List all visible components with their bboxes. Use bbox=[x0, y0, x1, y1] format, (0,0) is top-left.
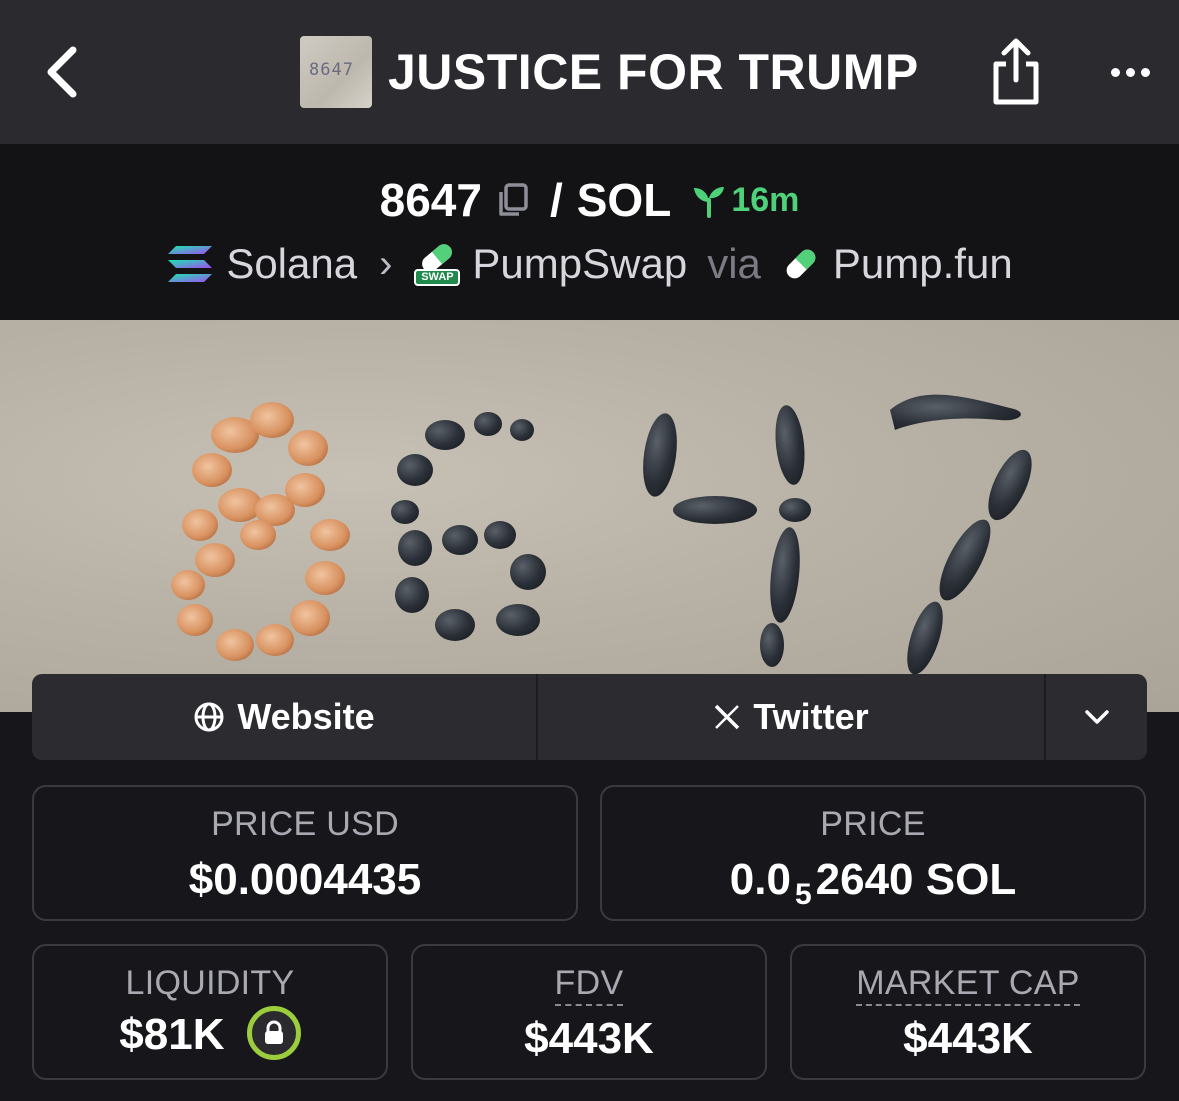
page-title: JUSTICE FOR TRUMP bbox=[388, 44, 919, 100]
twitter-button[interactable]: Twitter bbox=[538, 674, 1046, 760]
solana-icon bbox=[168, 246, 213, 282]
fdv-label[interactable]: FDV bbox=[554, 964, 624, 1006]
liquidity-value: $81K bbox=[119, 1010, 225, 1059]
seedling-icon bbox=[694, 187, 725, 218]
pumpswap-icon: SWAP bbox=[414, 241, 461, 287]
fdv-value: $443K bbox=[524, 1014, 654, 1063]
x-icon bbox=[715, 704, 740, 730]
price-usd-value: $0.0004435 bbox=[188, 855, 422, 904]
lock-icon[interactable] bbox=[246, 1006, 301, 1061]
pumpswap-link[interactable]: SWAP PumpSwap bbox=[414, 240, 687, 288]
fdv-label-row: FDV bbox=[413, 964, 765, 1006]
fdv-card: FDV $443K bbox=[411, 944, 767, 1080]
share-icon bbox=[993, 38, 1039, 105]
price-native-card: PRICE 0.0 52640 SOL bbox=[600, 785, 1146, 921]
more-links-button[interactable] bbox=[1046, 674, 1147, 760]
pumpfun-link[interactable]: Pump.fun bbox=[781, 240, 1013, 288]
chain-name: Solana bbox=[226, 240, 358, 287]
liquidity-value-row: $81K bbox=[34, 1006, 386, 1064]
more-options-button[interactable] bbox=[1098, 50, 1162, 94]
website-label: Website bbox=[237, 696, 375, 737]
pair-age: 16m bbox=[691, 181, 799, 220]
chain-breadcrumb: Solana › SWAP PumpSwap via Pump.fun bbox=[0, 236, 1179, 292]
thumbnail-text: 8647 bbox=[309, 60, 354, 80]
price-usd-label: PRICE USD bbox=[211, 805, 399, 843]
dex-name: PumpSwap bbox=[472, 240, 688, 287]
token-banner-image bbox=[0, 320, 1179, 712]
pair-base-symbol: 8647 bbox=[379, 174, 482, 226]
liquidity-label: LIQUIDITY bbox=[125, 964, 295, 1002]
chevron-down-icon bbox=[1084, 710, 1109, 724]
token-thumbnail: 8647 bbox=[300, 36, 372, 108]
share-button[interactable] bbox=[988, 36, 1044, 108]
liquidity-card: LIQUIDITY $81K bbox=[32, 944, 388, 1080]
website-button[interactable]: Website bbox=[32, 674, 538, 760]
title-group: 8647 JUSTICE FOR TRUMP bbox=[300, 36, 919, 108]
pair-age-text: 16m bbox=[731, 180, 800, 219]
twitter-label: Twitter bbox=[753, 696, 869, 737]
app-header: 8647 JUSTICE FOR TRUMP bbox=[0, 0, 1179, 144]
launchpad-name: Pump.fun bbox=[832, 240, 1013, 287]
market-cap-label-row: MARKET CAP bbox=[792, 964, 1144, 1006]
price-zero-count: 5 bbox=[794, 878, 812, 911]
price-digits: 2640 bbox=[815, 855, 914, 904]
banner-artwork bbox=[171, 394, 1032, 675]
market-cap-card: MARKET CAP $443K bbox=[790, 944, 1146, 1080]
back-button[interactable] bbox=[36, 42, 86, 102]
pair-row: 8647 / SOL 16m bbox=[0, 172, 1179, 228]
back-icon bbox=[47, 46, 77, 98]
price-native-label: PRICE bbox=[820, 805, 926, 843]
market-cap-value: $443K bbox=[903, 1014, 1033, 1063]
social-links-bar: Website Twitter bbox=[32, 674, 1147, 760]
price-native-value: 0.0 52640 SOL bbox=[602, 855, 1144, 911]
solana-link[interactable]: Solana bbox=[166, 240, 357, 288]
chevron-right-icon: › bbox=[379, 241, 393, 286]
via-text: via bbox=[707, 240, 761, 287]
more-icon bbox=[1110, 67, 1150, 77]
pair-quote-symbol: SOL bbox=[576, 174, 672, 226]
copy-icon[interactable] bbox=[494, 181, 532, 219]
price-unit: SOL bbox=[925, 855, 1017, 904]
pill-icon bbox=[786, 249, 816, 279]
swap-badge: SWAP bbox=[414, 269, 461, 286]
pair-separator: / bbox=[549, 174, 563, 226]
globe-icon bbox=[194, 702, 224, 732]
price-prefix: 0.0 bbox=[729, 855, 791, 904]
market-cap-label[interactable]: MARKET CAP bbox=[856, 964, 1080, 1006]
price-usd-card: PRICE USD $0.0004435 bbox=[32, 785, 578, 921]
pair-info: 8647 / SOL 16m Solana › SWAP PumpSwap vi… bbox=[0, 144, 1179, 320]
